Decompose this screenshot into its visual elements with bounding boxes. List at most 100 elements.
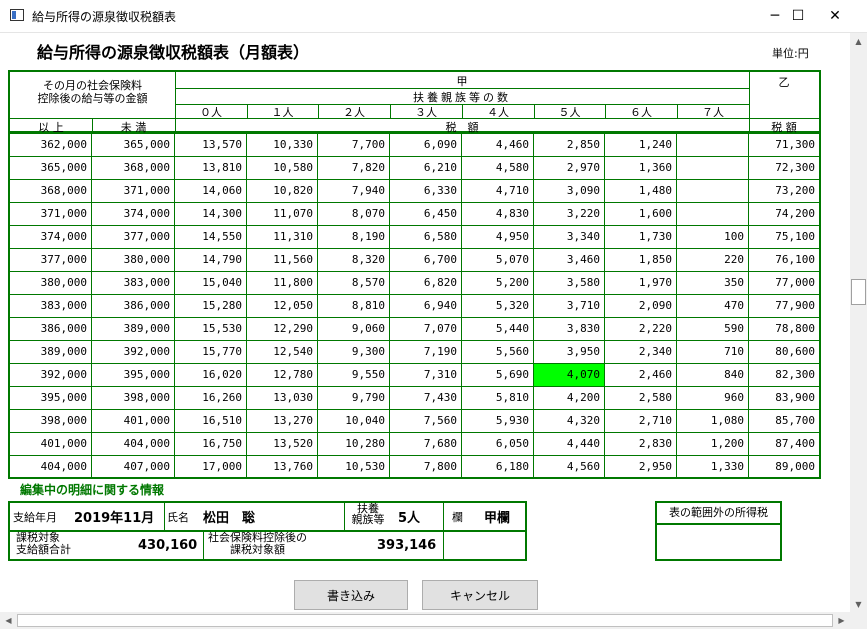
table-row[interactable]: 401,000 404,000 16,750 13,520 10,280 7,680 6,0… xyxy=(10,433,819,456)
tax-cell[interactable]: 1,330 xyxy=(677,456,749,477)
tax-cell[interactable]: 12,780 xyxy=(247,364,318,386)
scroll-up-icon[interactable]: ▲ xyxy=(850,33,867,50)
tax-cell[interactable]: 2,460 xyxy=(605,364,677,386)
table-row[interactable]: 374,000 377,000 14,550 11,310 8,190 6,580 4,95… xyxy=(10,226,819,249)
table-row[interactable]: 377,000 380,000 14,790 11,560 8,320 6,700 5,07… xyxy=(10,249,819,272)
table-row[interactable]: 371,000 374,000 14,300 11,070 8,070 6,450 4,83… xyxy=(10,203,819,226)
tax-cell[interactable]: 14,300 xyxy=(175,203,247,225)
table-row[interactable]: 398,000 401,000 16,510 13,270 10,040 7,560 5,9… xyxy=(10,410,819,433)
tax-cell[interactable]: 2,340 xyxy=(605,341,677,363)
otsu-tax-cell[interactable]: 82,300 xyxy=(749,364,819,386)
tax-cell[interactable]: 11,560 xyxy=(247,249,318,271)
tax-cell[interactable]: 6,700 xyxy=(390,249,462,271)
bracket-cell[interactable]: 374,000 xyxy=(10,226,92,248)
otsu-tax-cell[interactable]: 77,900 xyxy=(749,295,819,317)
tax-cell[interactable]: 3,950 xyxy=(534,341,605,363)
tax-cell[interactable]: 7,940 xyxy=(318,180,390,202)
tax-cell[interactable]: 10,580 xyxy=(247,157,318,179)
tax-cell[interactable]: 13,810 xyxy=(175,157,247,179)
bracket-cell[interactable]: 365,000 xyxy=(10,157,92,179)
tax-cell[interactable]: 2,970 xyxy=(534,157,605,179)
tax-cell[interactable]: 3,460 xyxy=(534,249,605,271)
scroll-down-icon[interactable]: ▼ xyxy=(850,596,867,613)
write-button[interactable]: 書き込み xyxy=(294,580,408,610)
tax-cell[interactable]: 12,540 xyxy=(247,341,318,363)
table-row[interactable]: 380,000 383,000 15,040 11,800 8,570 6,820 5,20… xyxy=(10,272,819,295)
tax-cell[interactable]: 100 xyxy=(677,226,749,248)
otsu-tax-cell[interactable]: 85,700 xyxy=(749,410,819,432)
tax-cell[interactable]: 7,680 xyxy=(390,433,462,455)
bracket-cell[interactable]: 407,000 xyxy=(92,456,175,477)
tax-cell[interactable]: 13,570 xyxy=(175,134,247,156)
bracket-cell[interactable]: 374,000 xyxy=(92,203,175,225)
table-row[interactable]: 395,000 398,000 16,260 13,030 9,790 7,430 5,81… xyxy=(10,387,819,410)
tax-cell[interactable]: 5,200 xyxy=(462,272,534,294)
tax-cell[interactable]: 7,560 xyxy=(390,410,462,432)
tax-cell[interactable]: 5,440 xyxy=(462,318,534,340)
tax-cell[interactable]: 4,440 xyxy=(534,433,605,455)
tax-cell[interactable]: 15,770 xyxy=(175,341,247,363)
tax-cell[interactable]: 3,830 xyxy=(534,318,605,340)
otsu-tax-cell[interactable]: 77,000 xyxy=(749,272,819,294)
tax-cell[interactable]: 10,280 xyxy=(318,433,390,455)
tax-cell[interactable]: 6,820 xyxy=(390,272,462,294)
tax-cell[interactable]: 8,070 xyxy=(318,203,390,225)
close-button[interactable]: ✕ xyxy=(812,0,858,32)
tax-cell[interactable] xyxy=(677,134,749,156)
tax-cell[interactable]: 2,220 xyxy=(605,318,677,340)
otsu-tax-cell[interactable]: 72,300 xyxy=(749,157,819,179)
tax-cell[interactable]: 1,240 xyxy=(605,134,677,156)
table-row[interactable]: 362,000 365,000 13,570 10,330 7,700 6,090 4,46… xyxy=(10,134,819,157)
scroll-right-icon[interactable]: ▶ xyxy=(833,612,850,629)
tax-cell[interactable]: 7,700 xyxy=(318,134,390,156)
tax-cell[interactable]: 3,580 xyxy=(534,272,605,294)
tax-cell[interactable]: 1,600 xyxy=(605,203,677,225)
tax-cell[interactable]: 1,360 xyxy=(605,157,677,179)
tax-cell[interactable]: 710 xyxy=(677,341,749,363)
tax-cell[interactable]: 840 xyxy=(677,364,749,386)
bracket-cell[interactable]: 371,000 xyxy=(10,203,92,225)
bracket-cell[interactable]: 377,000 xyxy=(10,249,92,271)
tax-cell[interactable]: 9,550 xyxy=(318,364,390,386)
tax-cell[interactable]: 4,580 xyxy=(462,157,534,179)
tax-cell[interactable]: 5,690 xyxy=(462,364,534,386)
tax-cell[interactable]: 12,050 xyxy=(247,295,318,317)
bracket-cell[interactable]: 380,000 xyxy=(92,249,175,271)
tax-cell[interactable]: 16,260 xyxy=(175,387,247,409)
tax-cell[interactable]: 8,190 xyxy=(318,226,390,248)
tax-cell[interactable]: 13,030 xyxy=(247,387,318,409)
tax-cell[interactable]: 5,560 xyxy=(462,341,534,363)
tax-cell[interactable]: 13,760 xyxy=(247,456,318,477)
otsu-tax-cell[interactable]: 73,200 xyxy=(749,180,819,202)
bracket-cell[interactable]: 401,000 xyxy=(92,410,175,432)
bracket-cell[interactable]: 368,000 xyxy=(92,157,175,179)
tax-cell[interactable]: 4,950 xyxy=(462,226,534,248)
bracket-cell[interactable]: 401,000 xyxy=(10,433,92,455)
tax-cell[interactable]: 4,460 xyxy=(462,134,534,156)
tax-cell[interactable]: 7,800 xyxy=(390,456,462,477)
otsu-tax-cell[interactable]: 76,100 xyxy=(749,249,819,271)
tax-cell[interactable]: 1,080 xyxy=(677,410,749,432)
tax-cell[interactable]: 8,570 xyxy=(318,272,390,294)
tax-cell[interactable]: 14,550 xyxy=(175,226,247,248)
otsu-tax-cell[interactable]: 75,100 xyxy=(749,226,819,248)
table-row[interactable]: 392,000 395,000 16,020 12,780 9,550 7,310 5,69… xyxy=(10,364,819,387)
bracket-cell[interactable]: 392,000 xyxy=(10,364,92,386)
bracket-cell[interactable]: 383,000 xyxy=(92,272,175,294)
tax-cell[interactable]: 5,930 xyxy=(462,410,534,432)
tax-cell[interactable]: 3,710 xyxy=(534,295,605,317)
tax-cell[interactable]: 6,330 xyxy=(390,180,462,202)
tax-cell[interactable]: 5,320 xyxy=(462,295,534,317)
tax-cell[interactable]: 4,070 xyxy=(534,364,605,386)
tax-cell[interactable]: 10,820 xyxy=(247,180,318,202)
tax-cell[interactable]: 3,090 xyxy=(534,180,605,202)
tax-cell[interactable]: 2,580 xyxy=(605,387,677,409)
tax-cell[interactable]: 2,830 xyxy=(605,433,677,455)
tax-cell[interactable]: 3,220 xyxy=(534,203,605,225)
tax-cell[interactable]: 7,310 xyxy=(390,364,462,386)
bracket-cell[interactable]: 398,000 xyxy=(10,410,92,432)
table-row[interactable]: 386,000 389,000 15,530 12,290 9,060 7,070 5,44… xyxy=(10,318,819,341)
tax-cell[interactable]: 960 xyxy=(677,387,749,409)
tax-cell[interactable]: 11,800 xyxy=(247,272,318,294)
horizontal-scrollbar[interactable]: ◀ ▶ xyxy=(0,612,850,629)
